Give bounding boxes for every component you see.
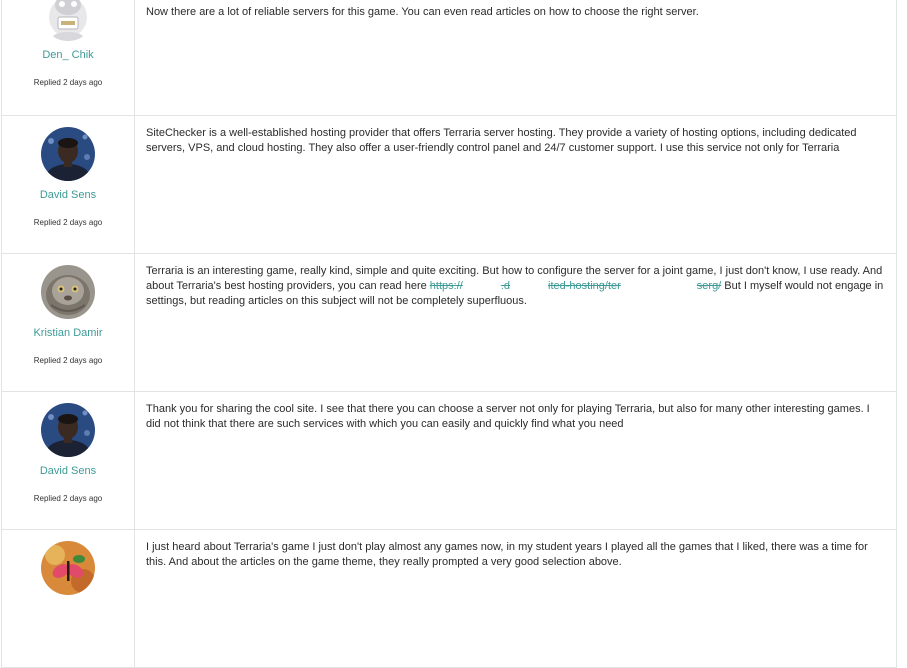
comment-author [2,530,135,667]
reply-timestamp: Replied 2 days ago [33,494,103,503]
comment-body: Thank you for sharing the cool site. I s… [135,392,896,529]
author-name-link[interactable]: Den_ Chik [42,49,93,61]
reply-timestamp: Replied 2 days ago [33,78,103,87]
comment-body: SiteChecker is a well-established hostin… [135,116,896,253]
robot-avatar-icon[interactable] [41,0,95,41]
person-avatar-icon[interactable] [41,403,95,457]
butterfly-avatar-icon[interactable] [41,541,95,595]
comment-author: Kristian Damir Replied 2 days ago [2,254,135,391]
comment-thread: Den_ Chik Replied 2 days ago Now there a… [1,0,897,668]
comment-author: David Sens Replied 2 days ago [2,116,135,253]
comment-body: I just heard about Terraria's game I jus… [135,530,896,667]
comment-post: Kristian Damir Replied 2 days ago Terrar… [2,254,896,392]
comment-body: Terraria is an interesting game, really … [135,254,896,391]
reply-timestamp: Replied 2 days ago [33,218,103,227]
author-name-link[interactable]: David Sens [40,465,96,477]
comment-text: Thank you for sharing the cool site. I s… [146,403,870,430]
author-name-link[interactable]: David Sens [40,189,96,201]
cat-avatar-icon[interactable] [41,265,95,319]
person-avatar-icon[interactable] [41,127,95,181]
comment-post: David Sens Replied 2 days ago Thank you … [2,392,896,530]
comment-text: I just heard about Terraria's game I jus… [146,541,868,568]
comment-author: David Sens Replied 2 days ago [2,392,135,529]
comment-text: SiteChecker is a well-established hostin… [146,127,857,154]
comment-text: Now there are a lot of reliable servers … [146,6,699,18]
comment-post: David Sens Replied 2 days ago SiteChecke… [2,116,896,254]
comment-text: Terraria is an interesting game, really … [146,265,884,307]
comment-post: I just heard about Terraria's game I jus… [2,530,896,668]
author-name-link[interactable]: Kristian Damir [33,327,102,339]
reply-timestamp: Replied 2 days ago [33,356,103,365]
comment-body: Now there are a lot of reliable servers … [135,0,896,115]
hosting-article-link[interactable]: https://.d ited-hosting/ter serg/ [430,280,721,292]
comment-author: Den_ Chik Replied 2 days ago [2,0,135,115]
comment-post: Den_ Chik Replied 2 days ago Now there a… [2,0,896,116]
